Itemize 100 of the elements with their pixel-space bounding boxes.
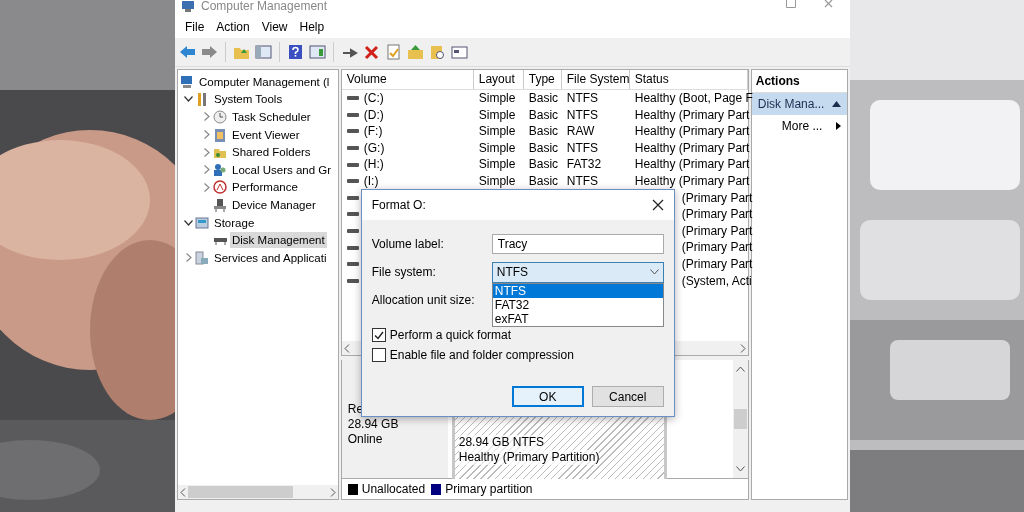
dropdown-option[interactable]: FAT32 xyxy=(492,297,663,312)
tree-item[interactable]: Device Manager xyxy=(230,196,318,213)
scrollbar-thumb[interactable] xyxy=(188,486,293,498)
chevron-down-icon[interactable] xyxy=(184,219,193,226)
menu-item[interactable]: View xyxy=(255,18,294,36)
window-icon[interactable] xyxy=(450,43,469,61)
scroll-up-icon[interactable] xyxy=(735,366,745,373)
table-cell: Healthy (Primary Part xyxy=(634,106,750,124)
scrollbar-thumb[interactable] xyxy=(733,409,747,430)
chevron-right-icon[interactable] xyxy=(203,165,210,175)
table-cell: Basic xyxy=(528,90,559,107)
chevron-right-icon[interactable] xyxy=(203,182,210,192)
partition-size: 28.94 GB NTFS xyxy=(458,435,545,451)
dropdown-option[interactable]: exFAT xyxy=(492,311,663,326)
folder-up-icon[interactable] xyxy=(406,43,425,61)
more-actions-link[interactable]: More ... xyxy=(781,119,823,133)
scroll-left-icon[interactable] xyxy=(343,343,350,353)
scroll-left-icon[interactable] xyxy=(180,487,186,497)
window-title: Computer Management xyxy=(201,0,328,12)
services-icon xyxy=(195,250,209,265)
pane-icon[interactable] xyxy=(254,43,273,61)
checkbox[interactable] xyxy=(371,348,386,362)
computer-icon xyxy=(181,0,195,12)
tree-item[interactable]: Event Viewer xyxy=(230,126,302,143)
chevron-right-icon[interactable] xyxy=(203,112,210,122)
checkbox-label: Perform a quick format xyxy=(389,328,512,342)
table-cell: (Primary Part xyxy=(681,206,753,223)
table-cell: (Primary Part xyxy=(681,255,753,273)
chevron-right-icon[interactable] xyxy=(203,147,210,157)
table-cell: Simple xyxy=(478,139,516,157)
table-cell: Basic xyxy=(528,139,559,157)
dialog-button[interactable]: OK xyxy=(511,386,584,407)
scroll-right-icon[interactable] xyxy=(739,343,746,353)
table-cell: Healthy (Primary Part xyxy=(634,139,750,157)
checkbox-label: Enable file and folder compression xyxy=(389,348,574,362)
document-check-icon[interactable] xyxy=(384,43,403,61)
scroll-down-icon[interactable] xyxy=(735,466,745,473)
table-cell: Simple xyxy=(478,90,516,107)
table-cell: Simple xyxy=(478,123,516,140)
dropdown-option[interactable]: NTFS xyxy=(492,283,663,298)
scroll-right-icon[interactable] xyxy=(329,487,336,497)
forward-arrow-icon[interactable] xyxy=(200,43,219,61)
table-cell: (Primary Part xyxy=(681,239,753,256)
table-cell: RAW xyxy=(566,123,595,140)
action-label: Disk Mana... xyxy=(757,97,825,111)
table-cell: Simple xyxy=(478,156,516,173)
column-header[interactable]: Layout xyxy=(473,70,524,89)
chevron-right-icon[interactable] xyxy=(185,253,192,263)
menu-item[interactable]: File xyxy=(179,18,211,36)
collapse-icon xyxy=(832,101,841,107)
search-icon[interactable] xyxy=(428,43,447,61)
table-cell: FAT32 xyxy=(566,156,602,173)
table-cell: (System, Acti xyxy=(681,272,752,290)
column-header[interactable]: Type xyxy=(523,70,562,89)
tree-item[interactable]: Performance xyxy=(230,179,300,196)
delete-icon[interactable] xyxy=(362,43,381,61)
column-header[interactable]: Volume xyxy=(341,70,474,89)
chevron-down-icon[interactable] xyxy=(184,96,193,103)
back-arrow-icon[interactable] xyxy=(178,43,197,61)
table-cell: Basic xyxy=(528,172,559,190)
table-cell: (Primary Part xyxy=(681,222,753,240)
dialog-button[interactable]: Cancel xyxy=(591,386,664,407)
field-label: File system: xyxy=(371,265,437,279)
column-header[interactable]: Status xyxy=(629,70,748,89)
table-cell: (C:) xyxy=(363,90,384,107)
tree-item[interactable]: Task Scheduler xyxy=(230,109,313,125)
disk-info-text: Online xyxy=(347,432,384,448)
tree-item[interactable]: System Tools xyxy=(212,91,285,108)
storage-icon xyxy=(195,215,209,230)
tree-item[interactable]: Computer Management (l xyxy=(197,73,332,90)
table-cell: Healthy (Primary Part xyxy=(634,172,750,190)
close-icon[interactable] xyxy=(651,199,664,211)
tree-item[interactable]: Storage xyxy=(212,214,257,231)
chevron-right-icon[interactable] xyxy=(203,130,210,140)
pane-icon[interactable] xyxy=(308,43,327,61)
table-cell: (H:) xyxy=(363,156,384,173)
maximize-icon[interactable] xyxy=(786,0,796,8)
checkmark-icon xyxy=(373,330,384,340)
log-icon xyxy=(213,127,227,142)
tree-item[interactable]: Local Users and Gr xyxy=(230,161,334,178)
help-icon[interactable] xyxy=(286,43,305,61)
legend-label: Unallocated xyxy=(361,482,426,497)
checkbox[interactable] xyxy=(371,328,386,342)
submenu-icon xyxy=(836,122,841,130)
volume-label-field[interactable]: Tracy xyxy=(491,234,664,254)
tree-item[interactable]: Disk Management xyxy=(230,232,327,249)
menu-item[interactable]: Help xyxy=(293,18,331,36)
clock-icon xyxy=(213,110,227,124)
file-system-dropdown[interactable]: NTFS xyxy=(491,261,664,283)
tree-item[interactable]: Services and Applicati xyxy=(212,249,329,266)
table-cell: Simple xyxy=(478,106,516,124)
tree-item[interactable]: Shared Folders xyxy=(230,144,313,161)
column-header[interactable]: File System xyxy=(561,70,630,89)
table-cell: NTFS xyxy=(566,90,599,107)
table-cell: NTFS xyxy=(566,106,599,124)
menu-item[interactable]: Action xyxy=(210,18,256,36)
table-cell: Healthy (Primary Part xyxy=(634,123,750,140)
table-cell: Healthy (Boot, Page F xyxy=(634,90,753,107)
dialog-title: Format O: xyxy=(371,198,426,212)
field-label: Allocation unit size: xyxy=(371,293,476,307)
